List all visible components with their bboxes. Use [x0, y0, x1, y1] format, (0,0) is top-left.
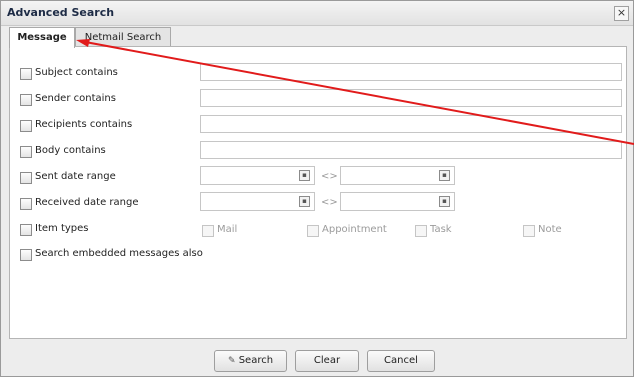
received-date-checkbox[interactable]: [20, 198, 32, 210]
tab-message[interactable]: Message: [9, 27, 75, 48]
sender-input[interactable]: [200, 89, 622, 107]
advanced-search-dialog: Advanced Search × Message Netmail Search…: [0, 0, 634, 377]
tab-netmail-search[interactable]: Netmail Search: [75, 27, 171, 47]
recipients-checkbox[interactable]: [20, 120, 32, 132]
embedded-messages-label: Search embedded messages also: [35, 248, 203, 259]
calendar-icon[interactable]: ▪: [299, 170, 310, 181]
subject-checkbox[interactable]: [20, 68, 32, 80]
message-tab-panel: Subject contains Sender contains Recipie…: [9, 46, 627, 339]
close-icon[interactable]: ×: [614, 6, 629, 21]
dialog-title: Advanced Search: [7, 6, 115, 19]
search-button-label: Search: [238, 355, 274, 366]
item-type-note-label: Note: [538, 224, 562, 235]
sent-date-separator: <>: [321, 171, 338, 182]
item-type-task-checkbox[interactable]: [415, 225, 427, 237]
sent-date-checkbox[interactable]: [20, 172, 32, 184]
item-types-label: Item types: [35, 223, 89, 234]
dialog-footer: ✎ Search Clear Cancel: [1, 339, 633, 376]
item-type-appointment-label: Appointment: [322, 224, 387, 235]
calendar-icon[interactable]: ▪: [299, 196, 310, 207]
recipients-input[interactable]: [200, 115, 622, 133]
sender-checkbox[interactable]: [20, 94, 32, 106]
received-date-from-input[interactable]: ▪: [200, 192, 315, 211]
recipients-label: Recipients contains: [35, 119, 133, 130]
item-type-mail-checkbox[interactable]: [202, 225, 214, 237]
body-checkbox[interactable]: [20, 146, 32, 158]
item-type-note-checkbox[interactable]: [523, 225, 535, 237]
item-type-mail-label: Mail: [217, 224, 238, 235]
cancel-button[interactable]: Cancel: [367, 350, 435, 372]
sent-date-label: Sent date range: [35, 171, 116, 182]
sent-date-from-input[interactable]: ▪: [200, 166, 315, 185]
item-type-task-label: Task: [430, 224, 452, 235]
received-date-label: Received date range: [35, 197, 139, 208]
received-date-separator: <>: [321, 197, 338, 208]
subject-input[interactable]: [200, 63, 622, 81]
clear-button[interactable]: Clear: [295, 350, 359, 372]
sent-date-to-input[interactable]: ▪: [340, 166, 455, 185]
item-types-checkbox[interactable]: [20, 224, 32, 236]
dialog-titlebar[interactable]: Advanced Search ×: [1, 1, 633, 26]
item-type-appointment-checkbox[interactable]: [307, 225, 319, 237]
embedded-messages-checkbox[interactable]: [20, 249, 32, 261]
body-input[interactable]: [200, 141, 622, 159]
body-label: Body contains: [35, 145, 106, 156]
subject-label: Subject contains: [35, 67, 118, 78]
received-date-to-input[interactable]: ▪: [340, 192, 455, 211]
sender-label: Sender contains: [35, 93, 116, 104]
search-button[interactable]: ✎ Search: [214, 350, 287, 372]
search-icon: ✎: [227, 356, 236, 366]
calendar-icon[interactable]: ▪: [439, 196, 450, 207]
calendar-icon[interactable]: ▪: [439, 170, 450, 181]
